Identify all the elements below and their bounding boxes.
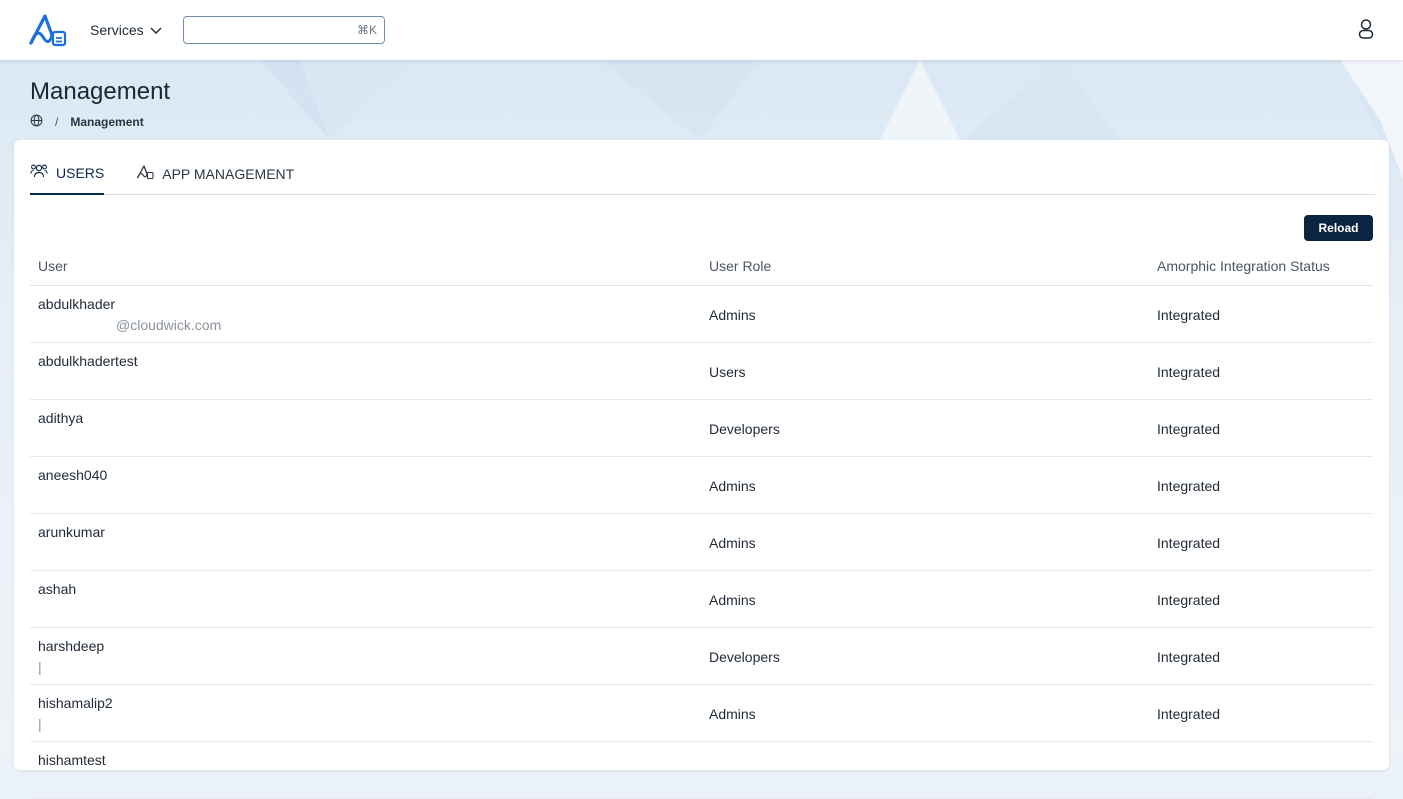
- management-card: USERS APP MANAGEMENT Reload User User Ro…: [14, 140, 1389, 799]
- top-navbar: Services ⌘K: [0, 0, 1403, 60]
- integration-status: Integrated: [1157, 478, 1221, 494]
- search-input[interactable]: [184, 17, 349, 43]
- table-row[interactable]: arunkumar Admins Integrated: [30, 514, 1373, 571]
- user-name: hishamalip2: [38, 695, 113, 711]
- column-header-user[interactable]: User: [38, 258, 68, 274]
- user-role: Users: [709, 364, 746, 380]
- user-role: Admins: [709, 706, 756, 722]
- user-name: adithya: [38, 410, 84, 426]
- app-logo-icon[interactable]: [28, 13, 68, 47]
- table-row[interactable]: aneesh040 Admins Integrated: [30, 457, 1373, 514]
- table-row[interactable]: harshdeep | Developers Integrated: [30, 628, 1373, 685]
- page-title: Management: [30, 78, 171, 105]
- integration-status: Integrated: [1157, 592, 1221, 608]
- tab-app-management-label: APP MANAGEMENT: [162, 165, 295, 182]
- table-row[interactable]: adithya Developers Integrated: [30, 400, 1373, 457]
- breadcrumb-separator: /: [55, 115, 59, 129]
- user-profile-icon[interactable]: [1356, 18, 1376, 40]
- user-name: ashah: [38, 581, 77, 597]
- search-box[interactable]: ⌘K: [183, 16, 385, 44]
- services-label: Services: [90, 22, 144, 38]
- breadcrumb: / Management: [30, 114, 144, 130]
- user-role: Admins: [709, 592, 756, 608]
- user-name: arunkumar: [38, 524, 105, 540]
- search-shortcut-hint: ⌘K: [356, 23, 377, 37]
- chevron-down-icon: [150, 22, 162, 38]
- table-header: User User Role Amorphic Integration Stat…: [30, 250, 1373, 286]
- user-email: |: [38, 716, 42, 732]
- table-row[interactable]: abdulkhader @cloudwick.com Admins Integr…: [30, 286, 1373, 343]
- app-logo-outline-icon: [136, 164, 154, 183]
- tab-bar: USERS APP MANAGEMENT: [30, 160, 1375, 195]
- breadcrumb-current: Management: [70, 115, 144, 129]
- user-name: hishamtest: [38, 752, 106, 768]
- user-role: Admins: [709, 478, 756, 494]
- column-header-integration-status[interactable]: Amorphic Integration Status: [1157, 258, 1330, 274]
- user-name: abdulkhadertest: [38, 353, 138, 369]
- user-role: Developers: [709, 649, 780, 665]
- integration-status: Integrated: [1157, 535, 1221, 551]
- globe-icon[interactable]: [30, 114, 43, 130]
- table-row[interactable]: ashah Admins Integrated: [30, 571, 1373, 628]
- column-header-user-role[interactable]: User Role: [709, 258, 771, 274]
- tab-users[interactable]: USERS: [30, 160, 105, 195]
- user-name: harshdeep: [38, 638, 105, 654]
- integration-status: Integrated: [1157, 649, 1221, 665]
- user-name: aneesh040: [38, 467, 108, 483]
- services-menu[interactable]: Services: [90, 20, 162, 40]
- user-role: Admins: [709, 535, 756, 551]
- user-email: |: [38, 659, 42, 675]
- tab-users-label: USERS: [56, 164, 105, 181]
- reload-button[interactable]: Reload: [1304, 215, 1373, 241]
- user-role: Developers: [709, 421, 780, 437]
- users-group-icon: [30, 163, 48, 182]
- users-table: User User Role Amorphic Integration Stat…: [30, 250, 1373, 799]
- tab-app-management[interactable]: APP MANAGEMENT: [136, 160, 294, 195]
- table-row[interactable]: abdulkhadertest Users Integrated: [30, 343, 1373, 400]
- integration-status: Integrated: [1157, 706, 1221, 722]
- user-email: @cloudwick.com: [116, 317, 222, 333]
- integration-status: Integrated: [1157, 421, 1221, 437]
- user-name: abdulkhader: [38, 296, 116, 312]
- table-row[interactable]: hishamalip2 | Admins Integrated: [30, 685, 1373, 742]
- integration-status: Integrated: [1157, 364, 1221, 380]
- integration-status: Integrated: [1157, 307, 1221, 323]
- table-row[interactable]: hishamtest: [30, 742, 1373, 799]
- user-role: Admins: [709, 307, 756, 323]
